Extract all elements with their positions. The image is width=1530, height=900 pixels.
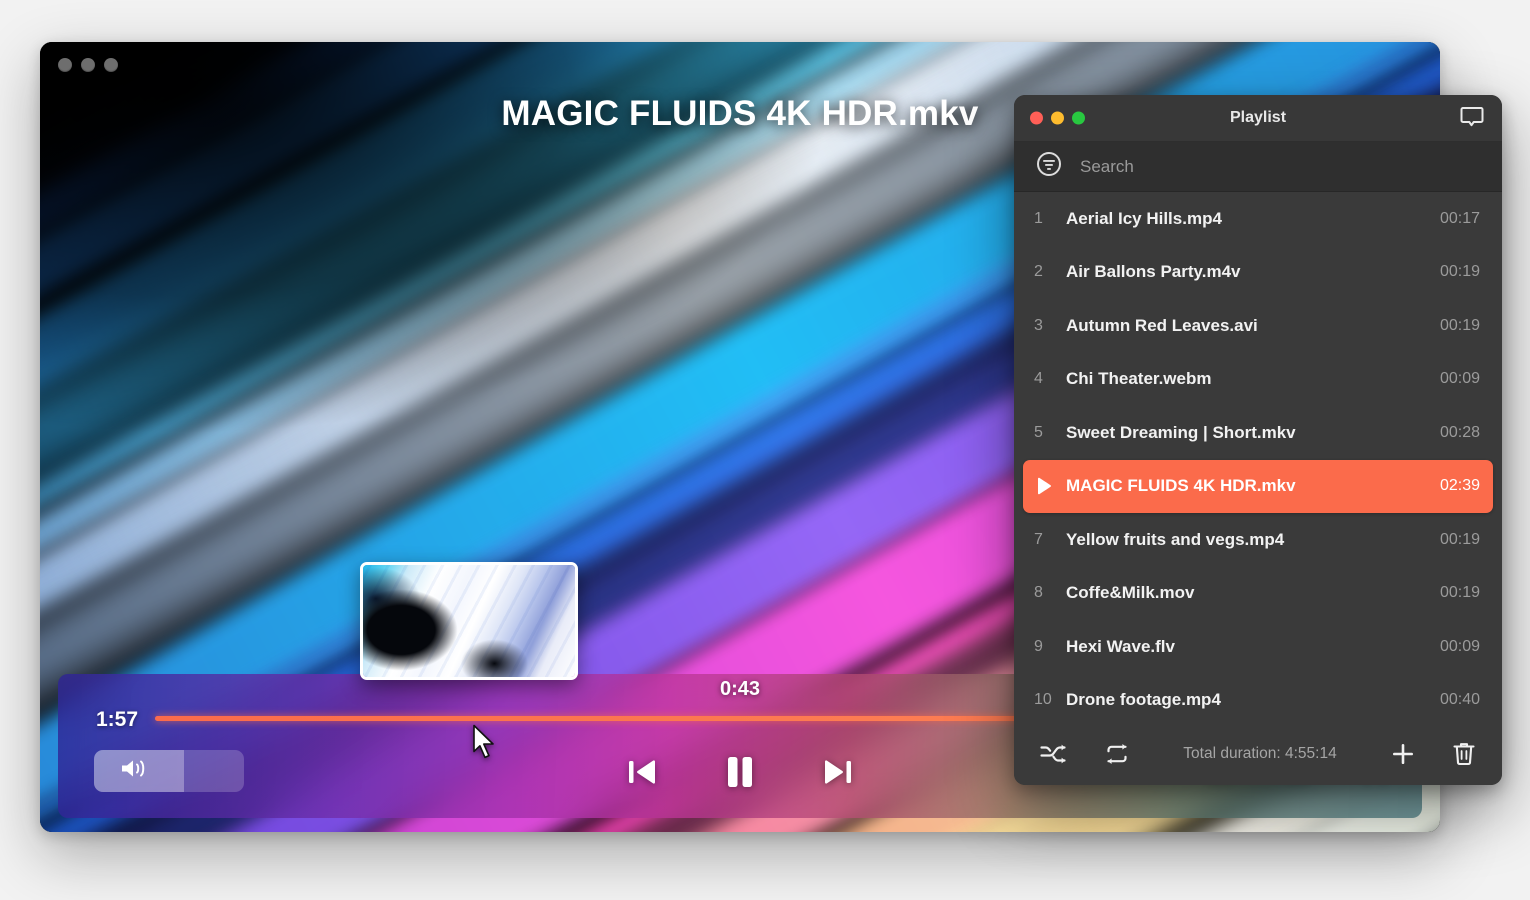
seek-thumbnail-preview [360,562,578,680]
playlist-row-index: 7 [1034,530,1043,548]
playlist-row-index: 4 [1034,370,1043,388]
playlist-row[interactable]: 5 Sweet Dreaming | Short.mkv 00:28 [1014,406,1502,460]
playlist-row-name: Drone footage.mp4 [1066,690,1221,710]
playlist-row[interactable]: 10 Drone footage.mp4 00:40 [1014,674,1502,728]
playlist-window: Playlist 1 Aerial Icy Hills.mp4 00:17 2 Air … [1014,95,1502,785]
play-pause-button[interactable] [712,744,768,800]
playlist-row-index: 2 [1034,263,1043,281]
playlist-items: 1 Aerial Icy Hills.mp4 00:17 2 Air Ballons P… [1014,192,1502,727]
previous-track-button[interactable] [618,748,666,796]
playlist-row-name: Sweet Dreaming | Short.mkv [1066,422,1296,442]
playlist-row-duration: 00:40 [1439,691,1480,709]
search-input[interactable] [1080,156,1502,177]
playlist-row-name: Yellow fruits and vegs.mp4 [1066,529,1285,549]
time-remaining-label: 1:57 [96,708,139,731]
playlist-row-duration: 02:39 [1439,477,1480,495]
playlist-row-index: 9 [1034,637,1043,655]
playlist-row-name: Air Ballons Party.m4v [1066,262,1241,282]
playlist-row-index: 8 [1034,584,1043,602]
speech-bubble-icon[interactable] [1458,104,1486,133]
playlist-titlebar: Playlist [1014,95,1502,142]
playlist-row-duration: 00:19 [1439,530,1480,548]
player-window-controls[interactable] [58,58,118,72]
play-icon [1034,476,1066,496]
playlist-row-duration: 00:17 [1439,209,1480,227]
playlist-footer: Total duration: 4:55:14 [1014,723,1502,785]
playlist-title: Playlist [1229,109,1287,126]
playlist-row-duration: 00:09 [1439,370,1480,388]
player-close-button[interactable] [58,58,72,72]
playlist-row[interactable]: 2 Air Ballons Party.m4v 00:19 [1014,246,1502,300]
thumbnail-image [363,565,575,677]
total-duration-label: Total duration: 4:55:14 [1183,745,1337,762]
playlist-row-duration: 00:19 [1439,584,1480,602]
playlist-row-duration: 00:28 [1439,423,1480,441]
playlist-row-name: Aerial Icy Hills.mp4 [1066,208,1222,228]
player-maximize-button[interactable] [104,58,118,72]
playlist-row-active[interactable]: MAGIC FLUIDS 4K HDR.mkv 02:39 [1023,459,1493,513]
playlist-row[interactable]: 9 Hexi Wave.flv 00:09 [1014,620,1502,674]
playlist-row-index: 10 [1034,691,1052,709]
playlist-row[interactable]: 7 Yellow fruits and vegs.mp4 00:19 [1014,513,1502,567]
playlist-row[interactable]: 8 Coffe&Milk.mov 00:19 [1014,567,1502,621]
player-minimize-button[interactable] [81,58,95,72]
playlist-row-duration: 00:09 [1439,637,1480,655]
playlist-row-name: MAGIC FLUIDS 4K HDR.mkv [1066,476,1296,496]
playlist-row-name: Chi Theater.webm [1066,369,1212,389]
next-track-button[interactable] [814,748,862,796]
playlist-row-index: 1 [1034,209,1043,227]
playlist-row-name: Coffe&Milk.mov [1066,583,1195,603]
plus-icon[interactable] [1386,737,1420,771]
playlist-row-duration: 00:19 [1439,263,1480,281]
trash-icon[interactable] [1448,737,1480,771]
playlist-search-bar[interactable] [1014,142,1502,192]
repeat-icon[interactable] [1100,739,1134,769]
playlist-row[interactable]: 3 Autumn Red Leaves.avi 00:19 [1014,299,1502,353]
screen: MAGIC FLUIDS 4K HDR.mkv 0:43 1:57 Playli… [0,0,1530,900]
shuffle-icon[interactable] [1036,739,1070,769]
filter-icon[interactable] [1036,151,1062,182]
playlist-row[interactable]: 1 Aerial Icy Hills.mp4 00:17 [1014,192,1502,246]
playlist-row-index: 5 [1034,423,1043,441]
playlist-row-name: Autumn Red Leaves.avi [1066,315,1258,335]
playlist-row-index: 3 [1034,316,1043,334]
playlist-row[interactable]: 4 Chi Theater.webm 00:09 [1014,353,1502,407]
playlist-row-duration: 00:19 [1439,316,1480,334]
playlist-row-name: Hexi Wave.flv [1066,636,1175,656]
